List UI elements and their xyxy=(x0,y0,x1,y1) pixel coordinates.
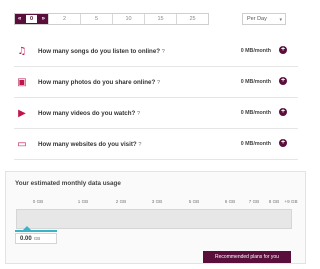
help-icon[interactable]: ? xyxy=(162,49,165,55)
scale-label: +9 GB xyxy=(284,199,298,204)
question-text: How many videos do you watch? ? xyxy=(38,110,140,117)
slider-stop[interactable]: 2 xyxy=(49,14,81,24)
scale-label: 3 GB xyxy=(151,199,163,204)
question-text: How many songs do you listen to online? … xyxy=(38,48,165,55)
slider-stop[interactable]: 5 xyxy=(81,14,113,24)
help-icon[interactable]: ? xyxy=(138,142,141,148)
usage-value: 0.00 xyxy=(20,235,32,242)
question-row-videos: ▶ How many videos do you watch? ? 0 MB/m… xyxy=(14,98,298,129)
usage-frequency-slider[interactable]: « 0 » 2 5 10 15 25 xyxy=(14,13,209,25)
question-row-songs: ♫ How many songs do you listen to online… xyxy=(14,36,298,67)
scale-label: 2 GB xyxy=(115,199,127,204)
period-select[interactable]: Per Day ▾ xyxy=(242,13,286,25)
scale-label: 5 GB xyxy=(188,199,200,204)
question-label: How many websites do you visit? xyxy=(38,141,137,148)
help-icon[interactable]: ? xyxy=(137,111,140,117)
question-list: ♫ How many songs do you listen to online… xyxy=(14,36,298,160)
expand-plus-icon[interactable]: + xyxy=(279,108,287,116)
help-icon[interactable]: ? xyxy=(157,80,160,86)
slider-stop[interactable]: 15 xyxy=(145,14,177,24)
chevron-down-icon: ▾ xyxy=(279,17,282,23)
slider-active-segment[interactable]: « 0 » xyxy=(15,14,49,24)
scale-label: 1 GB xyxy=(77,199,89,204)
usage-scale: 0 GB 1 GB 2 GB 3 GB 5 GB 6 GB 7 GB 8 GB … xyxy=(6,199,307,207)
question-value: 0 MB/month xyxy=(240,110,271,116)
period-select-value: Per Day xyxy=(247,16,267,22)
slider-stop[interactable]: 25 xyxy=(177,14,208,24)
question-value: 0 MB/month xyxy=(240,79,271,85)
question-row-websites: ▭ How many websites do you visit? ? 0 MB… xyxy=(14,129,298,160)
usage-unit: GB xyxy=(33,236,41,241)
slider-stop[interactable]: 10 xyxy=(113,14,145,24)
left-arrow-icon[interactable]: « xyxy=(18,16,21,22)
question-label: How many videos do you watch? xyxy=(38,110,136,117)
scale-label: 0 GB xyxy=(32,199,44,204)
estimate-title: Your estimated monthly data usage xyxy=(15,180,121,187)
scale-label: 6 GB xyxy=(224,199,236,204)
video-icon: ▶ xyxy=(18,108,26,119)
expand-plus-icon[interactable]: + xyxy=(279,139,287,147)
slider-selected-value: 0 xyxy=(25,15,38,23)
music-note-icon: ♫ xyxy=(17,46,27,57)
question-text: How many websites do you visit? ? xyxy=(38,141,141,148)
website-icon: ▭ xyxy=(17,139,27,150)
question-value: 0 MB/month xyxy=(240,48,271,54)
usage-marker-line xyxy=(15,230,57,232)
estimate-panel: Your estimated monthly data usage 0 GB 1… xyxy=(5,171,306,264)
question-row-photos: ▣ How many photos do you share online? ?… xyxy=(14,67,298,98)
recommended-plans-button[interactable]: Recommended plans for you xyxy=(203,251,291,263)
scale-label: 7 GB xyxy=(248,199,260,204)
question-value: 0 MB/month xyxy=(240,141,271,147)
usage-bar xyxy=(16,209,292,229)
question-label: How many songs do you listen to online? xyxy=(38,48,161,55)
top-controls: « 0 » 2 5 10 15 25 Per Day ▾ xyxy=(14,13,312,27)
photos-icon: ▣ xyxy=(17,77,27,88)
question-text: How many photos do you share online? ? xyxy=(38,79,160,86)
expand-plus-icon[interactable]: + xyxy=(279,46,287,54)
scale-label: 8 GB xyxy=(268,199,280,204)
question-label: How many photos do you share online? xyxy=(38,79,156,86)
expand-plus-icon[interactable]: + xyxy=(279,77,287,85)
usage-value-box: 0.00 GB xyxy=(15,233,57,244)
right-arrow-icon[interactable]: » xyxy=(42,16,45,22)
